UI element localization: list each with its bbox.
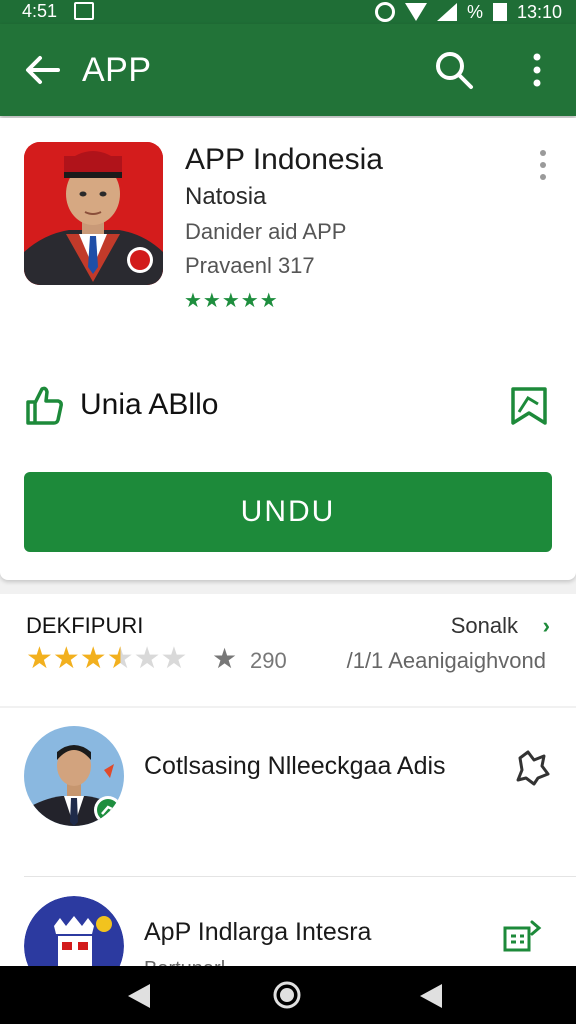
app-developer[interactable]: Natosia <box>185 182 266 212</box>
image-notification-icon <box>74 2 94 20</box>
page-title: APP <box>82 51 152 89</box>
nav-home-icon[interactable] <box>272 980 302 1010</box>
rating-star-half: ★ <box>106 642 134 675</box>
nav-back-icon[interactable] <box>126 982 152 1010</box>
thumbs-up-icon[interactable] <box>24 384 64 426</box>
ratings-section: DEKFIPURI Sonalk › ★★★★★★ ★ 290 /1/1 Aea… <box>0 594 576 706</box>
related-list: Cotlsasing Nlleeckgaa Adis ApP Indlarga … <box>0 708 576 966</box>
review-count: 290 <box>250 648 287 673</box>
wifi-icon <box>404 3 427 21</box>
more-vert-icon[interactable] <box>522 50 552 90</box>
signal-icon <box>436 3 457 21</box>
app-star-rating: ★★★★★ <box>184 290 279 312</box>
divider <box>24 876 576 877</box>
age-rating: /1/1 Aeanigaighvond <box>346 648 546 673</box>
list-item-sublabel: Bartunarl <box>144 958 225 966</box>
list-item-label: ApP Indlarga Intesra <box>144 918 372 946</box>
see-all-link[interactable]: Sonalk <box>451 612 518 640</box>
status-time-right: 13:10 <box>516 1 562 22</box>
app-detail-card: APP Indonesia Natosia Danider aid APP Pr… <box>0 118 576 580</box>
status-icons: % 13:10 <box>374 0 562 24</box>
bookmark-icon[interactable] <box>508 384 550 428</box>
app-bar: APP <box>0 24 576 116</box>
share-icon[interactable] <box>494 916 550 956</box>
search-icon[interactable] <box>432 48 476 92</box>
nav-recents-icon[interactable] <box>418 982 444 1010</box>
rating-stars: ★★★★★★ <box>26 642 187 676</box>
app-secondary-info: Pravaenl 317 <box>185 253 315 278</box>
system-nav-bar <box>0 966 576 1024</box>
ratings-heading: DEKFIPURI <box>26 613 144 638</box>
rating-stars-empty: ★★ <box>133 642 188 675</box>
back-arrow-icon[interactable] <box>20 50 64 90</box>
like-label[interactable]: Unia ABllo <box>80 386 218 424</box>
rating-stars-filled: ★★★ <box>26 642 107 675</box>
app-name: APP Indonesia <box>185 143 383 176</box>
list-item[interactable]: ApP Indlarga Intesra Bartunarl <box>0 878 576 966</box>
app-icon[interactable] <box>24 142 163 285</box>
card-more-icon[interactable] <box>533 148 553 182</box>
list-item[interactable]: Cotlsasing Nlleeckgaa Adis <box>0 708 576 878</box>
app-subtitle: Danider aid APP <box>185 219 347 244</box>
puzzle-icon[interactable] <box>512 748 552 788</box>
battery-icon <box>492 3 507 21</box>
status-time-left: 4:51 <box>22 1 58 21</box>
chevron-right-icon[interactable]: › <box>543 612 550 640</box>
sync-icon <box>374 2 395 22</box>
install-button[interactable]: UNDU <box>24 472 552 552</box>
list-item-label: Cotlsasing Nlleeckgaa Adis <box>144 752 446 780</box>
battery-percent: % <box>466 1 483 22</box>
avatar <box>24 896 124 966</box>
reviews-star-icon: ★ <box>212 643 238 674</box>
avatar <box>24 726 124 826</box>
status-bar: 4:51 % 13:10 <box>0 0 576 24</box>
